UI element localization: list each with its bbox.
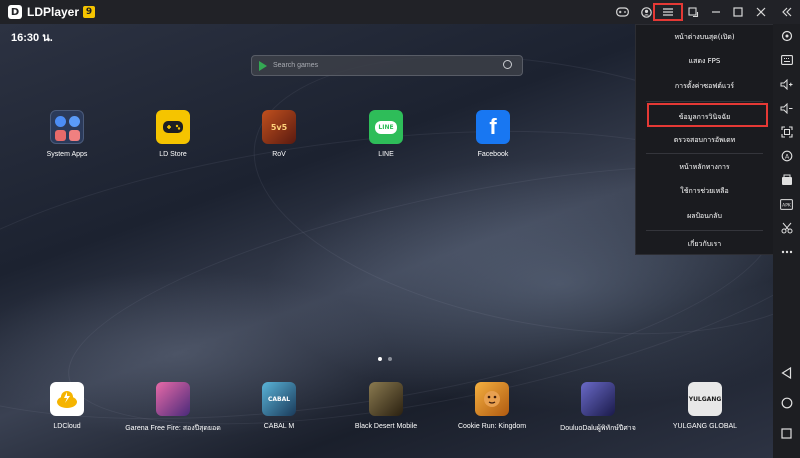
- status-clock: 16:30 น.: [11, 32, 53, 44]
- back-icon[interactable]: [773, 364, 800, 382]
- menu-highlight-box: [647, 103, 768, 127]
- keyboard-icon[interactable]: [773, 51, 800, 69]
- page-dot-active: [378, 357, 382, 361]
- app-facebook[interactable]: f Facebook: [448, 110, 538, 158]
- app-label: LINE: [378, 151, 394, 158]
- app-title: LDPlayer: [27, 5, 80, 19]
- system-apps-icon: [50, 110, 84, 144]
- app-logo: D LDPlayer 9: [8, 5, 96, 19]
- app-yulgang[interactable]: YULGANG YULGANG GLOBAL: [660, 382, 750, 430]
- cookie-run-icon: [475, 382, 509, 416]
- menu-item-about[interactable]: เกี่ยวกับเรา: [636, 233, 773, 255]
- screenshot-icon[interactable]: [773, 123, 800, 141]
- menu-item-show-fps[interactable]: แสดง FPS: [636, 50, 773, 72]
- close-icon[interactable]: [751, 2, 771, 22]
- app-label: LD Store: [159, 151, 187, 158]
- app-label: System Apps: [46, 151, 88, 158]
- menu-item-software-settings[interactable]: การตั้งค่าซอฟต์แวร์: [636, 75, 773, 97]
- facebook-icon: f: [476, 110, 510, 144]
- line-icon: LINE: [369, 110, 403, 144]
- volume-down-icon[interactable]: [773, 99, 800, 117]
- collapse-sidebar-icon[interactable]: [777, 2, 797, 22]
- menu-item-always-on-top[interactable]: หน้าต่างบนสุด(เปิด): [636, 26, 773, 48]
- search-bar[interactable]: Search games: [251, 55, 523, 76]
- app-douluo[interactable]: DouluoDaluผู้พิทักษ์ปีศาจ: [553, 382, 643, 434]
- douluo-icon: [581, 382, 615, 416]
- svg-text:APK: APK: [782, 202, 792, 208]
- app-label: CABAL M: [263, 423, 295, 430]
- app-rov[interactable]: 5v5 RoV: [234, 110, 324, 158]
- sync-controls-icon[interactable]: A: [773, 147, 800, 165]
- app-label: Cookie Run: Kingdom: [457, 423, 527, 430]
- app-label: Facebook: [477, 151, 509, 158]
- menu-separator: [646, 230, 763, 231]
- app-black-desert[interactable]: Black Desert Mobile: [341, 382, 431, 430]
- menu-separator: [646, 153, 763, 154]
- settings-icon[interactable]: [773, 27, 800, 45]
- sync-icon[interactable]: [683, 2, 703, 22]
- app-label: RoV: [272, 151, 286, 158]
- minimize-icon[interactable]: [706, 2, 726, 22]
- app-cabal-m[interactable]: CABAL CABAL M: [234, 382, 324, 430]
- volume-up-icon[interactable]: [773, 75, 800, 93]
- search-icon: [503, 60, 512, 69]
- maximize-icon[interactable]: [728, 2, 748, 22]
- svg-text:A: A: [784, 153, 789, 160]
- rov-icon: 5v5: [262, 110, 296, 144]
- right-toolbar: A APK: [773, 24, 800, 458]
- play-store-icon: [259, 60, 267, 71]
- app-label: LDCloud: [53, 423, 81, 430]
- main-menu-dropdown: หน้าต่างบนสุด(เปิด) แสดง FPS การตั้งค่าซ…: [635, 24, 774, 255]
- home-icon[interactable]: [773, 394, 800, 412]
- ldcloud-icon: [50, 382, 84, 416]
- yulgang-icon: YULGANG: [688, 382, 722, 416]
- menu-item-feedback[interactable]: ผลป้อนกลับ: [636, 205, 773, 227]
- menu-item-help[interactable]: ใช้การช่วยเหลือ: [636, 180, 773, 202]
- fps-icon[interactable]: APK: [773, 195, 800, 213]
- page-dot: [388, 357, 392, 361]
- recents-icon[interactable]: [773, 424, 800, 442]
- gamepad-icon[interactable]: [612, 2, 632, 22]
- app-free-fire[interactable]: Garena Free Fire: สองปีสุดยอด: [125, 382, 221, 434]
- title-bar: D LDPlayer 9: [0, 0, 800, 24]
- app-label: YULGANG GLOBAL: [672, 423, 738, 430]
- app-ld-store[interactable]: LD Store: [128, 110, 218, 158]
- search-placeholder: Search games: [273, 62, 319, 69]
- page-indicator: [378, 357, 392, 361]
- menu-icon: [663, 8, 673, 16]
- menu-item-official-site[interactable]: หน้าหลักทางการ: [636, 156, 773, 178]
- ldplayer-logo-icon: D: [8, 5, 22, 19]
- cabal-m-icon: CABAL: [262, 382, 296, 416]
- app-label: Garena Free Fire: สองปีสุดยอด: [125, 425, 221, 432]
- menu-item-check-update[interactable]: ตรวจสอบการอัพเดท: [636, 129, 773, 151]
- ld-store-icon: [156, 110, 190, 144]
- free-fire-icon: [156, 382, 190, 416]
- app-line[interactable]: LINE LINE: [341, 110, 431, 158]
- more-icon[interactable]: [773, 243, 800, 261]
- menu-separator: [646, 101, 763, 102]
- app-label: Black Desert Mobile: [354, 423, 418, 430]
- black-desert-icon: [369, 382, 403, 416]
- cut-icon[interactable]: [773, 219, 800, 237]
- app-cookie-run[interactable]: Cookie Run: Kingdom: [447, 382, 537, 430]
- app-ldcloud[interactable]: LDCloud: [22, 382, 112, 430]
- app-system-apps[interactable]: System Apps: [22, 110, 112, 158]
- version-badge: 9: [83, 6, 96, 18]
- menu-button[interactable]: [653, 3, 683, 21]
- install-apk-icon[interactable]: [773, 171, 800, 189]
- app-label: DouluoDaluผู้พิทักษ์ปีศาจ: [560, 425, 636, 432]
